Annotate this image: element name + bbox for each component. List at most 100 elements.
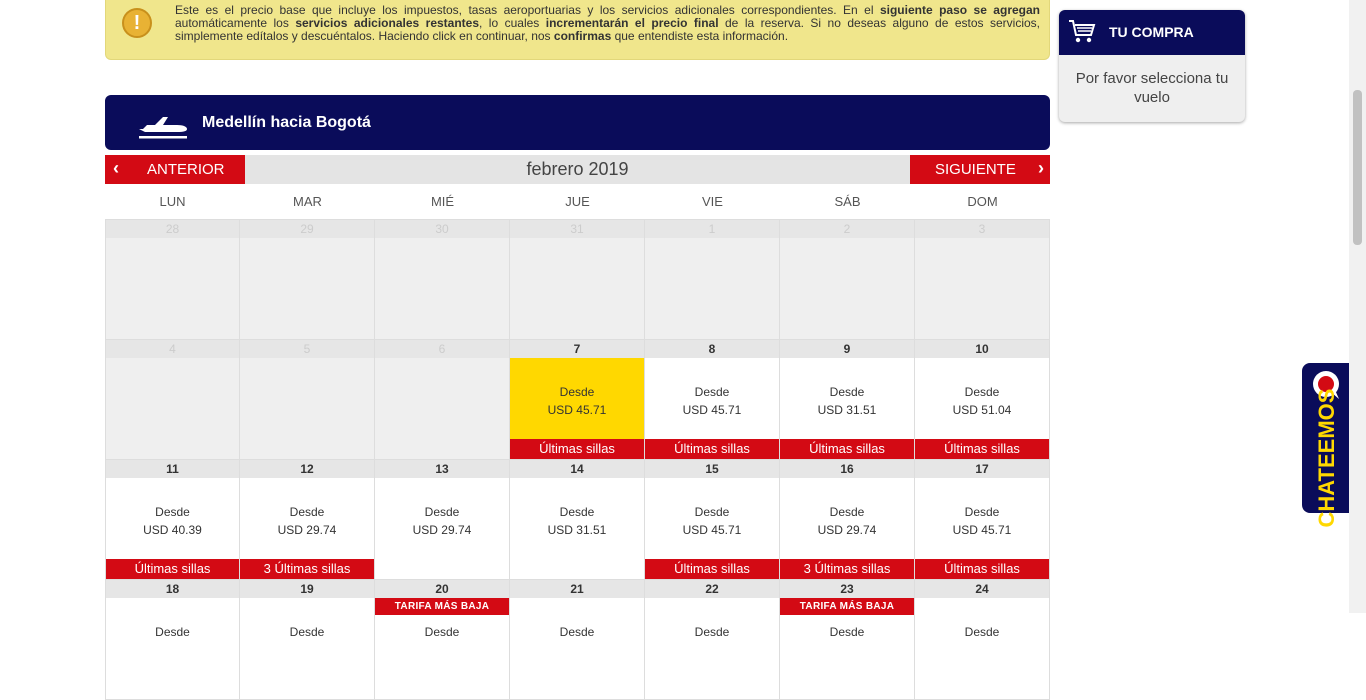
day-fare-area[interactable]: Desde USD 31.51 <box>510 478 644 579</box>
scrollbar-thumb[interactable] <box>1353 90 1362 245</box>
day-number: 9 <box>780 340 914 358</box>
day-fare-area[interactable]: Desde USD 45.71 Últimas sillas <box>510 358 644 459</box>
purchase-header: TU COMPRA <box>1059 10 1245 55</box>
calendar-day[interactable]: 14 Desde USD 31.51 <box>510 460 645 580</box>
day-price: USD 31.51 <box>547 523 607 537</box>
day-fare-area[interactable]: Desde <box>915 598 1049 699</box>
last-seats-badge: Últimas sillas <box>915 439 1049 459</box>
calendar-day[interactable]: 13 Desde USD 29.74 <box>375 460 510 580</box>
calendar-day[interactable]: 8 Desde USD 45.71 Últimas sillas <box>645 340 780 460</box>
day-fare-area[interactable]: Desde USD 45.71 Últimas sillas <box>645 358 779 459</box>
day-fare-area[interactable]: Desde USD 51.04 Últimas sillas <box>915 358 1049 459</box>
day-fare-area <box>645 238 779 339</box>
day-number: 1 <box>645 220 779 238</box>
from-label: Desde <box>964 505 1000 519</box>
day-number: 18 <box>106 580 239 598</box>
day-number: 15 <box>645 460 779 478</box>
day-fare-area[interactable]: Desde USD 29.74 <box>375 478 509 579</box>
from-label: Desde <box>964 385 1000 399</box>
day-fare-area[interactable]: Desde USD 45.71 Últimas sillas <box>645 478 779 579</box>
calendar-day[interactable]: 20 TARIFA MÁS BAJA Desde <box>375 580 510 700</box>
weekday-label: VIE <box>702 194 723 209</box>
day-number: 12 <box>240 460 374 478</box>
calendar-day[interactable]: 21 Desde <box>510 580 645 700</box>
page-scrollbar[interactable] <box>1349 0 1366 613</box>
calendar-day-outside: 31 <box>510 220 645 340</box>
day-fare-area[interactable]: Desde USD 31.51 Últimas sillas <box>780 358 914 459</box>
from-label: Desde <box>155 625 190 639</box>
weekday-label: MAR <box>293 194 322 209</box>
chevron-right-icon: › <box>1038 158 1044 178</box>
calendar-day-outside: 6 <box>375 340 510 460</box>
day-number: 29 <box>240 220 374 238</box>
day-fare-area[interactable]: Desde USD 45.71 Últimas sillas <box>915 478 1049 579</box>
notice-text-part: automáticamente los <box>175 16 296 30</box>
day-number: 22 <box>645 580 779 598</box>
last-seats-badge: Últimas sillas <box>106 559 239 579</box>
route-banner: Medellín hacia Bogotá <box>105 95 1050 150</box>
notice-text-part: Este es el precio base que incluye los i… <box>175 3 880 17</box>
from-label: Desde <box>829 385 865 399</box>
day-number: 30 <box>375 220 509 238</box>
last-seats-badge: 3 Últimas sillas <box>240 559 374 579</box>
day-fare-area[interactable]: Desde <box>240 598 374 699</box>
chat-button[interactable]: CHATEEMOS <box>1302 363 1352 527</box>
from-label: Desde <box>694 625 730 639</box>
last-seats-badge: 3 Últimas sillas <box>780 559 914 579</box>
from-label: Desde <box>694 505 730 519</box>
day-price: USD 45.71 <box>682 523 742 537</box>
day-price: USD 45.71 <box>547 403 607 417</box>
day-number: 24 <box>915 580 1049 598</box>
day-number: 28 <box>106 220 239 238</box>
from-label: Desde <box>829 505 865 519</box>
calendar-week: 18 Desde 19 Desde 20 TARIFA MÁS BAJA Desde 21 De… <box>105 580 1051 700</box>
calendar-day[interactable]: 19 Desde <box>240 580 375 700</box>
day-fare-area[interactable]: Desde <box>106 598 239 699</box>
notice-text: Este es el precio base que incluye los i… <box>175 4 1040 43</box>
calendar-day[interactable]: 17 Desde USD 45.71 Últimas sillas <box>915 460 1050 580</box>
calendar-day[interactable]: 15 Desde USD 45.71 Últimas sillas <box>645 460 780 580</box>
calendar-day[interactable]: 12 Desde USD 29.74 3 Últimas sillas <box>240 460 375 580</box>
day-number: 14 <box>510 460 644 478</box>
day-fare-area[interactable]: TARIFA MÁS BAJA Desde <box>780 598 914 699</box>
from-label: Desde <box>559 625 595 639</box>
day-fare-area[interactable]: Desde USD 29.74 3 Últimas sillas <box>240 478 374 579</box>
calendar-day[interactable]: 23 TARIFA MÁS BAJA Desde <box>780 580 915 700</box>
notice-text-part: , lo cuales <box>479 16 546 30</box>
calendar-day[interactable]: 24 Desde <box>915 580 1050 700</box>
day-fare-area[interactable]: TARIFA MÁS BAJA Desde <box>375 598 509 699</box>
calendar-day[interactable]: 18 Desde <box>105 580 240 700</box>
calendar-day-outside: 29 <box>240 220 375 340</box>
day-price: USD 51.04 <box>952 403 1012 417</box>
calendar-day[interactable]: 11 Desde USD 40.39 Últimas sillas <box>105 460 240 580</box>
calendar-day[interactable]: 22 Desde <box>645 580 780 700</box>
calendar-day[interactable]: 16 Desde USD 29.74 3 Últimas sillas <box>780 460 915 580</box>
warning-icon: ! <box>122 8 152 38</box>
from-label: Desde <box>289 505 325 519</box>
weekday-label: MIÉ <box>430 194 455 209</box>
day-fare-area <box>375 238 509 339</box>
day-number: 7 <box>510 340 644 358</box>
from-label: Desde <box>964 625 1000 639</box>
day-fare-area[interactable]: Desde <box>645 598 779 699</box>
weekday-header: LUN MAR MIÉ JUE VIE SÁB DOM <box>105 187 1050 220</box>
day-fare-area[interactable]: Desde USD 40.39 Últimas sillas <box>106 478 239 579</box>
calendar-day[interactable]: 7 Desde USD 45.71 Últimas sillas <box>510 340 645 460</box>
day-fare-area[interactable]: Desde USD 29.74 3 Últimas sillas <box>780 478 914 579</box>
weekday-label: LUN <box>159 194 186 209</box>
day-number: 16 <box>780 460 914 478</box>
calendar-day[interactable]: 10 Desde USD 51.04 Últimas sillas <box>915 340 1050 460</box>
last-seats-badge: Últimas sillas <box>645 559 779 579</box>
day-fare-area[interactable]: Desde <box>510 598 644 699</box>
next-month-button[interactable]: SIGUIENTE › <box>910 155 1050 184</box>
next-month-label: SIGUIENTE <box>935 161 1016 178</box>
from-label: Desde <box>559 385 595 399</box>
purchase-summary: TU COMPRA Por favor selecciona tu vuelo <box>1059 10 1245 122</box>
day-number: 19 <box>240 580 374 598</box>
day-number: 2 <box>780 220 914 238</box>
route-title: Medellín hacia Bogotá <box>202 114 371 131</box>
day-number: 6 <box>375 340 509 358</box>
day-number: 11 <box>106 460 239 478</box>
calendar-day[interactable]: 9 Desde USD 31.51 Últimas sillas <box>780 340 915 460</box>
from-label: Desde <box>424 625 460 639</box>
